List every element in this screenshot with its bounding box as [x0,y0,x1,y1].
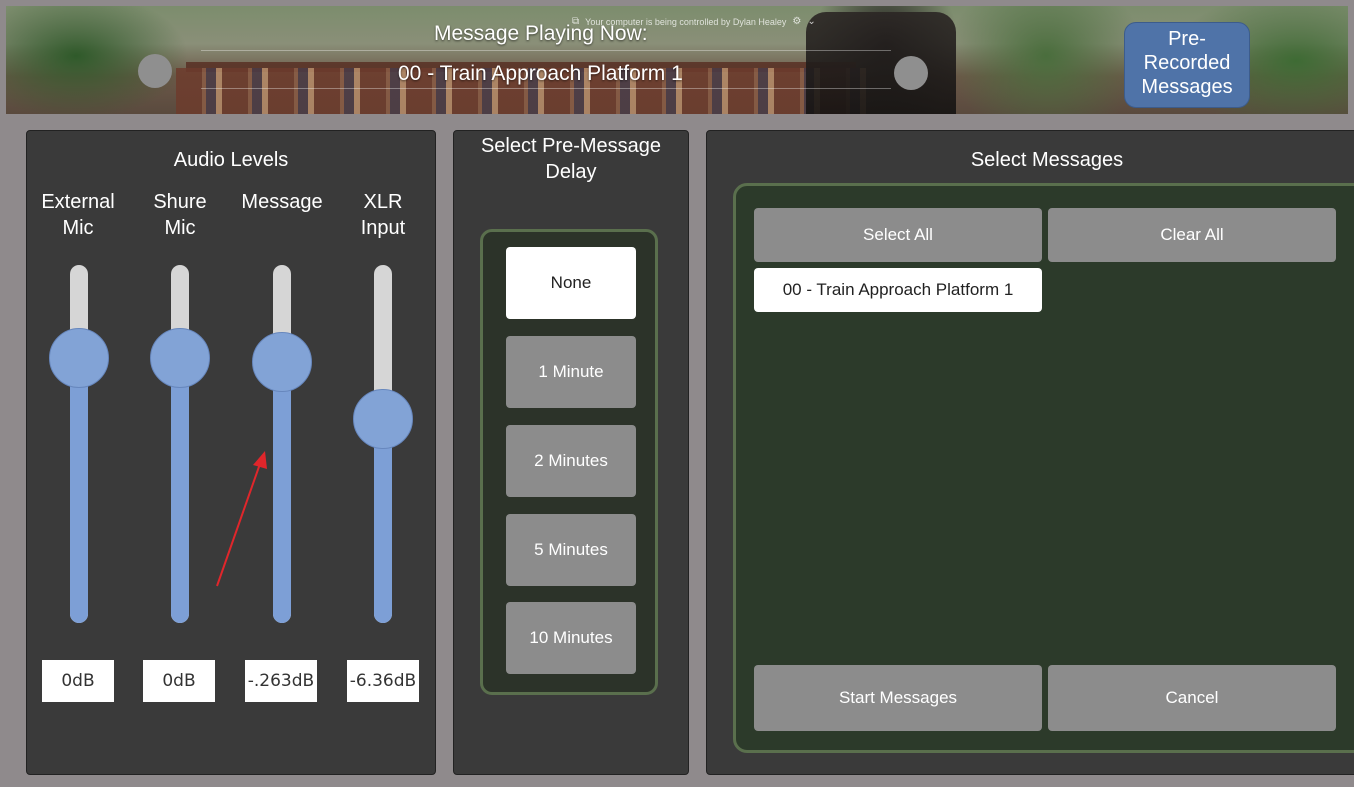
delay-10-minutes-button[interactable]: 10 Minutes [506,602,636,674]
chevron-down-icon[interactable]: ⌄ [807,16,815,27]
audio-levels-panel: Audio Levels External Mic 0dB Shure Mic … [26,130,436,775]
header-left-knob [138,54,172,88]
delay-2-minutes-button[interactable]: 2 Minutes [506,425,636,497]
header-right-knob [894,56,928,90]
pre-recorded-label-line-2: Recorded [1143,52,1231,74]
remote-control-text: Your computer is being controlled by Dyl… [585,16,787,27]
messages-list-area: Select All Clear All 00 - Train Approach… [733,183,1354,753]
delay-1-minute-button[interactable]: 1 Minute [506,336,636,408]
select-all-button[interactable]: Select All [754,208,1042,262]
clear-all-button[interactable]: Clear All [1048,208,1336,262]
select-messages-title: Select Messages [970,149,1124,171]
delay-none-button[interactable]: None [506,247,636,319]
now-playing-title: 00 - Train Approach Platform 1 [398,62,683,85]
delay-5-minutes-button[interactable]: 5 Minutes [506,514,636,586]
pre-recorded-messages-button[interactable]: Pre- Recorded Messages [1124,22,1250,108]
cancel-button[interactable]: Cancel [1048,665,1336,731]
header-banner: Message Playing Now: 00 - Train Approach… [6,6,1348,114]
delay-title-line-2: Delay [545,161,597,183]
pre-message-delay-panel: Select Pre-Message Delay None 1 Minute 2… [453,130,689,775]
delay-title: Select Pre-Message Delay [454,133,688,185]
locomotive-image [806,12,956,114]
message-item[interactable]: 00 - Train Approach Platform 1 [754,268,1042,312]
select-messages-panel: Select Messages Select All Clear All 00 … [706,130,1354,775]
start-messages-button[interactable]: Start Messages [754,665,1042,731]
pre-recorded-label-line-1: Pre- [1168,28,1206,50]
settings-gear-icon[interactable]: ⚙ [792,16,801,27]
remote-control-notice[interactable]: ⧉ Your computer is being controlled by D… [572,16,816,27]
title-underline [201,50,891,51]
pre-recorded-label-line-3: Messages [1141,76,1233,98]
remote-screen-icon: ⧉ [572,16,580,27]
delay-title-line-1: Select Pre-Message [480,135,662,157]
annotation-arrow-icon [216,451,267,587]
delay-options-group: None 1 Minute 2 Minutes 5 Minutes 10 Min… [480,229,658,695]
title-baseline [201,88,891,89]
